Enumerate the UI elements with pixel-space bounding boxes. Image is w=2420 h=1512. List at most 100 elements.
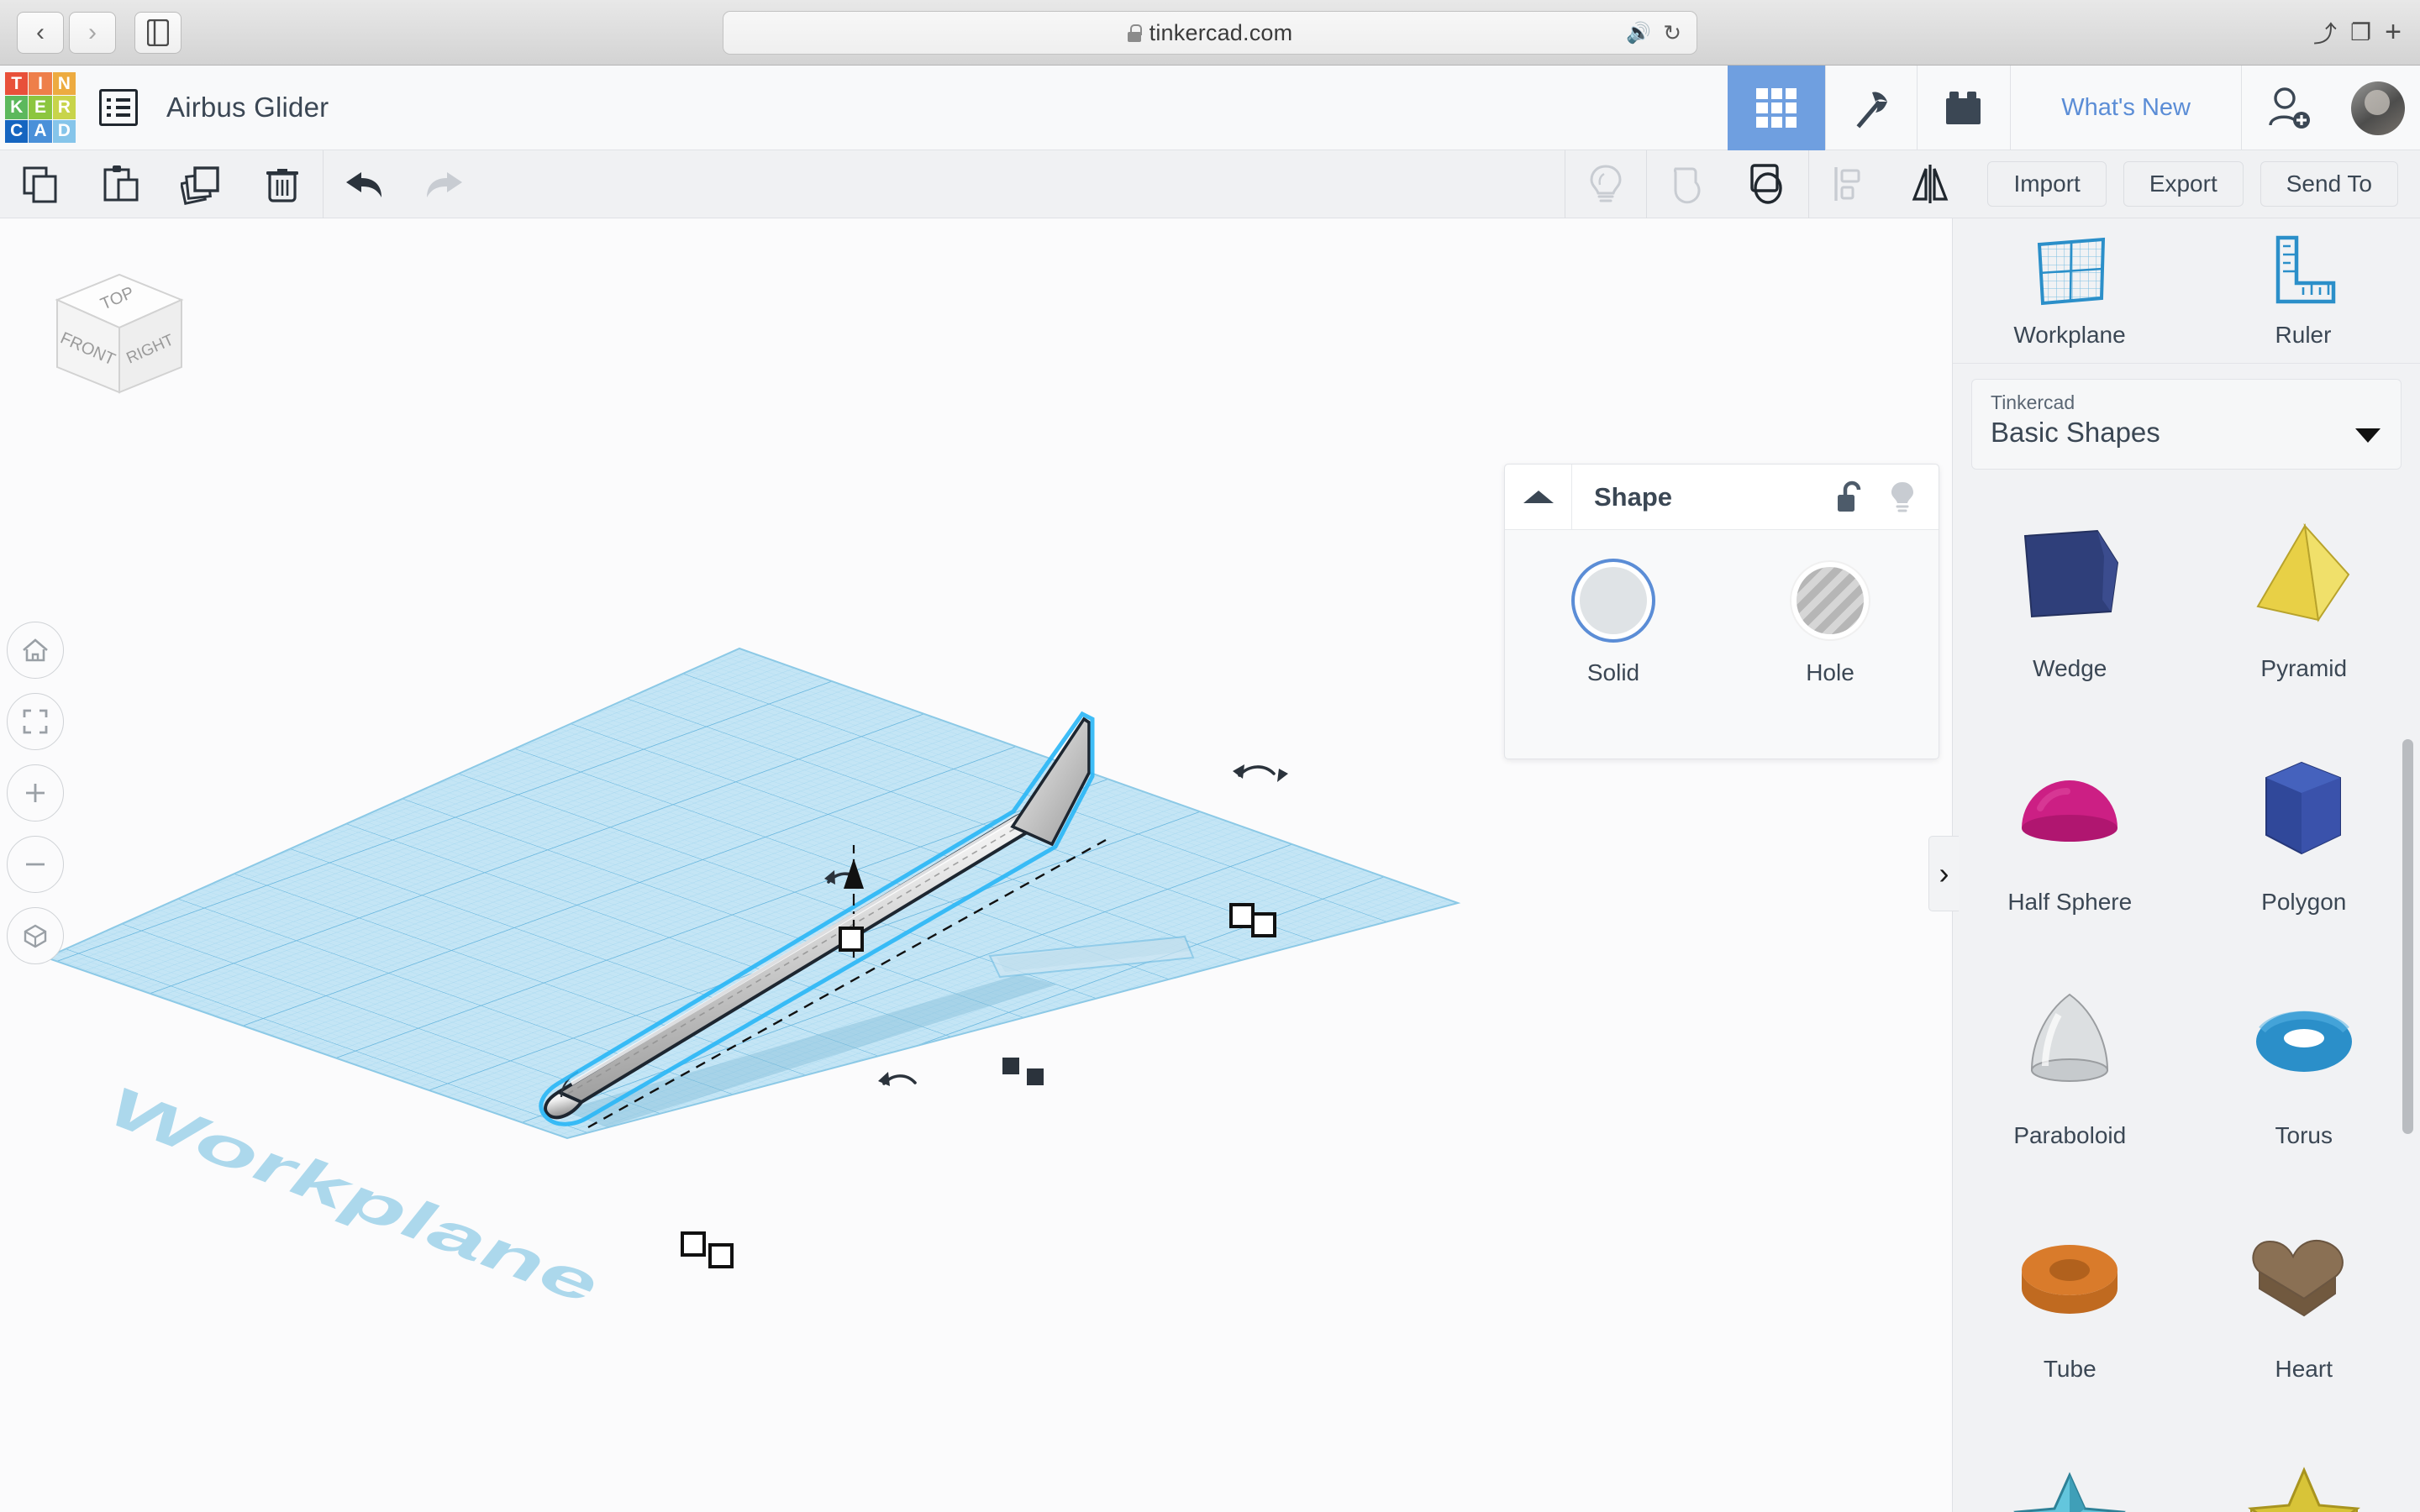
undo-button[interactable] [324, 150, 404, 218]
heart-icon [2233, 1211, 2375, 1346]
paraboloid-icon [1998, 978, 2141, 1112]
rotate-handle-z [1238, 765, 1276, 777]
shape-panel-header: Shape [1505, 464, 1939, 530]
sidebar-toggle-button[interactable] [134, 11, 182, 54]
duplicate-button[interactable] [161, 150, 242, 218]
sidebar-scrollbar[interactable] [2402, 739, 2413, 1134]
tube-icon [1998, 1211, 2141, 1346]
back-button[interactable]: ‹ [17, 11, 64, 54]
shape-library-select[interactable]: Tinkercad Basic Shapes [1971, 379, 2402, 470]
workplane-tool[interactable]: Workplane [1953, 218, 2186, 363]
ruler-tool-label: Ruler [2275, 322, 2332, 348]
logo-tile: A [29, 119, 52, 143]
send-to-button[interactable]: Send To [2260, 161, 2398, 207]
library-collection: Basic Shapes [1991, 417, 2160, 448]
starflat-icon [2233, 1445, 2375, 1512]
panel-collapse-handle[interactable]: › [1928, 836, 1959, 911]
shape-panel-actions [1834, 480, 1917, 515]
paste-button[interactable] [81, 150, 161, 218]
chevron-down-icon [2355, 428, 2381, 443]
list-menu-icon[interactable] [99, 89, 138, 126]
shape-label: Half Sphere [2007, 889, 2133, 915]
shape-row [1953, 1433, 2420, 1512]
shape-item-star-3d[interactable] [1953, 1433, 2187, 1512]
mirror-button[interactable] [1890, 150, 1970, 218]
minecraft-button[interactable] [1825, 66, 1917, 150]
star3d-icon [1998, 1445, 2141, 1512]
ungroup-button[interactable] [1728, 150, 1808, 218]
group-button[interactable] [1647, 150, 1728, 218]
shape-library-grid[interactable]: Wedge Pyramid Half Sphere Polygon Parabo… [1953, 479, 2420, 1512]
whats-new-link[interactable]: What's New [2010, 66, 2241, 150]
polygon-icon [2233, 744, 2375, 879]
shape-panel-collapse-button[interactable] [1505, 464, 1572, 530]
hole-option[interactable]: Hole [1722, 567, 1939, 686]
sidebar-tools: Workplane Ruler [1953, 218, 2420, 363]
tab-overview-icon[interactable]: ❐ [2350, 18, 2371, 46]
ortho-toggle-button[interactable] [7, 907, 64, 964]
audio-icon[interactable]: 🔊 [1626, 21, 1651, 45]
align-mirror-group [1808, 150, 1970, 218]
address-bar-actions: 🔊 ↻ [1626, 20, 1681, 46]
solid-option[interactable]: Solid [1505, 567, 1722, 686]
workplane-tool-label: Workplane [2013, 322, 2126, 348]
hole-swatch [1797, 567, 1864, 634]
shape-item-half-sphere[interactable]: Half Sphere [1953, 732, 2187, 966]
shape-item-tube[interactable]: Tube [1953, 1200, 2187, 1433]
align-button[interactable] [1809, 150, 1890, 218]
triangle-up-icon [1523, 491, 1554, 503]
delete-button[interactable] [242, 150, 323, 218]
new-tab-icon[interactable]: + [2385, 16, 2402, 49]
ungroup-icon [1750, 164, 1783, 204]
duplicate-icon [181, 166, 219, 205]
view-cube[interactable]: TOP FRONT RIGHT [25, 256, 206, 424]
reload-icon[interactable]: ↻ [1663, 20, 1681, 46]
zoom-out-button[interactable] [7, 836, 64, 893]
workplane-grid-icon [2037, 237, 2106, 306]
shape-panel-body: Solid Hole [1505, 530, 1939, 686]
shape-item-paraboloid[interactable]: Paraboloid [1953, 966, 2187, 1200]
fit-view-button[interactable] [7, 693, 64, 750]
lightbulb-icon[interactable] [1888, 480, 1917, 515]
browser-nav-buttons: ‹ › [17, 11, 116, 54]
shape-item-torus[interactable]: Torus [2187, 966, 2420, 1200]
notes-group [1565, 150, 1646, 218]
gallery-grid-button[interactable] [1728, 66, 1826, 150]
logo-tile: N [52, 72, 76, 96]
shape-item-pyramid[interactable]: Pyramid [2187, 499, 2420, 732]
account-button[interactable] [2336, 66, 2420, 150]
address-bar[interactable]: tinkercad.com 🔊 ↻ [723, 11, 1697, 55]
invite-collaborator-button[interactable] [2241, 66, 2336, 150]
copy-button[interactable] [0, 150, 81, 218]
redo-icon [427, 172, 462, 197]
shape-panel: Shape Solid Hole [1504, 464, 1939, 759]
forward-button[interactable]: › [69, 11, 116, 54]
url-text: tinkercad.com [1149, 19, 1293, 45]
halfsphere-icon [1998, 744, 2141, 879]
tinkercad-logo[interactable]: T I N K E R C A D [5, 72, 76, 143]
shape-item-polygon[interactable]: Polygon [2187, 732, 2420, 966]
3d-viewport[interactable]: Workplane TOP FRONT RIGHT Shape Solid Ho… [0, 218, 1952, 1512]
notes-button[interactable] [1565, 150, 1646, 218]
browser-right-actions: ⤴ ❐ + [2313, 16, 2402, 50]
import-button[interactable]: Import [1987, 161, 2107, 207]
shape-item-heart[interactable]: Heart [2187, 1200, 2420, 1433]
copy-icon [23, 166, 57, 203]
unlock-icon[interactable] [1834, 480, 1865, 515]
home-view-button[interactable] [7, 622, 64, 679]
history-group [323, 150, 485, 218]
blocks-button[interactable] [1917, 66, 2010, 150]
share-icon[interactable]: ⤴ [2313, 16, 2337, 50]
shape-item-wedge[interactable]: Wedge [1953, 499, 2187, 732]
shape-item-star-flat[interactable] [2187, 1433, 2420, 1512]
zoom-in-button[interactable] [7, 764, 64, 822]
ruler-tool[interactable]: Ruler [2186, 218, 2420, 363]
lightbulb-icon [1590, 165, 1622, 202]
redo-button[interactable] [404, 150, 485, 218]
shape-label: Wedge [2033, 655, 2107, 681]
wedge-icon [1998, 511, 2141, 645]
export-button[interactable]: Export [2123, 161, 2244, 207]
edit-toolbar: Import Export Send To [0, 150, 2420, 218]
shape-label: Heart [2275, 1356, 2333, 1382]
add-person-icon [2269, 87, 2310, 129]
